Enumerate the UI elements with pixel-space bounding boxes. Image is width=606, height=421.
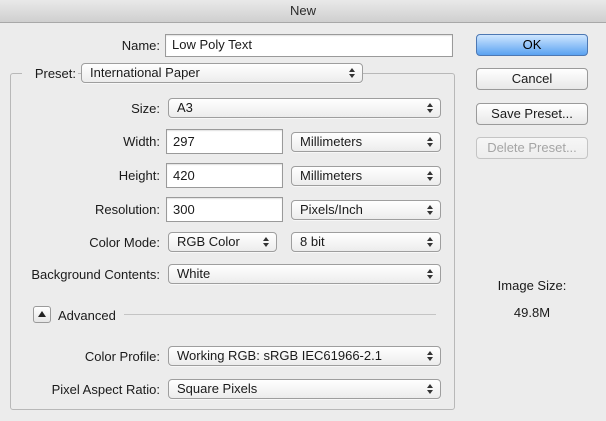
window-title: New (0, 0, 606, 23)
updown-arrows-icon (427, 205, 433, 215)
size-label: Size: (131, 101, 160, 116)
preset-value: International Paper (90, 65, 200, 80)
updown-arrows-icon (427, 137, 433, 147)
color-mode-popup[interactable]: RGB Color (168, 232, 277, 252)
updown-arrows-icon (427, 237, 433, 247)
updown-arrows-icon (427, 171, 433, 181)
resolution-unit-popup[interactable]: Pixels/Inch (291, 200, 441, 220)
resolution-label: Resolution: (94, 202, 160, 217)
updown-arrows-icon (263, 237, 269, 247)
height-input[interactable]: 420 (166, 163, 283, 188)
pixel-aspect-label: Pixel Aspect Ratio: (51, 382, 160, 397)
background-popup[interactable]: White (168, 264, 441, 284)
color-mode-label: Color Mode: (89, 235, 160, 250)
disclosure-triangle-icon (38, 311, 46, 317)
resolution-input[interactable]: 300 (166, 197, 283, 222)
color-mode-value: RGB Color (177, 234, 240, 249)
bit-depth-popup[interactable]: 8 bit (291, 232, 441, 252)
color-profile-label: Color Profile: (84, 349, 160, 364)
preset-label: Preset: (22, 66, 78, 81)
updown-arrows-icon (427, 103, 433, 113)
color-profile-value: Working RGB: sRGB IEC61966-2.1 (177, 348, 382, 363)
cancel-button[interactable]: Cancel (476, 68, 588, 90)
name-label: Name: (121, 38, 160, 53)
image-size-label: Image Size: (497, 278, 567, 293)
background-label: Background Contents: (31, 267, 160, 282)
width-unit-popup[interactable]: Millimeters (291, 132, 441, 152)
updown-arrows-icon (349, 68, 355, 78)
advanced-separator (124, 314, 436, 315)
color-profile-popup[interactable]: Working RGB: sRGB IEC61966-2.1 (168, 346, 441, 366)
pixel-aspect-value: Square Pixels (177, 381, 258, 396)
size-value: A3 (177, 100, 193, 115)
save-preset-button[interactable]: Save Preset... (476, 103, 588, 125)
height-unit-popup[interactable]: Millimeters (291, 166, 441, 186)
background-value: White (177, 266, 211, 281)
image-size-value: 49.8M (513, 305, 551, 320)
advanced-toggle-button[interactable] (33, 306, 51, 323)
bit-depth-value: 8 bit (300, 234, 325, 249)
resolution-unit-value: Pixels/Inch (300, 202, 363, 217)
updown-arrows-icon (427, 384, 433, 394)
width-input[interactable]: 297 (166, 129, 283, 154)
ok-button[interactable]: OK (476, 34, 588, 56)
width-unit-value: Millimeters (300, 134, 363, 149)
height-unit-value: Millimeters (300, 168, 363, 183)
advanced-label: Advanced (58, 308, 116, 323)
preset-popup[interactable]: International Paper (81, 63, 363, 83)
name-input[interactable]: Low Poly Text (165, 34, 453, 57)
delete-preset-button: Delete Preset... (476, 137, 588, 159)
pixel-aspect-popup[interactable]: Square Pixels (168, 379, 441, 399)
size-popup[interactable]: A3 (168, 98, 441, 118)
height-label: Height: (118, 168, 160, 183)
updown-arrows-icon (427, 351, 433, 361)
width-label: Width: (123, 134, 160, 149)
updown-arrows-icon (427, 269, 433, 279)
